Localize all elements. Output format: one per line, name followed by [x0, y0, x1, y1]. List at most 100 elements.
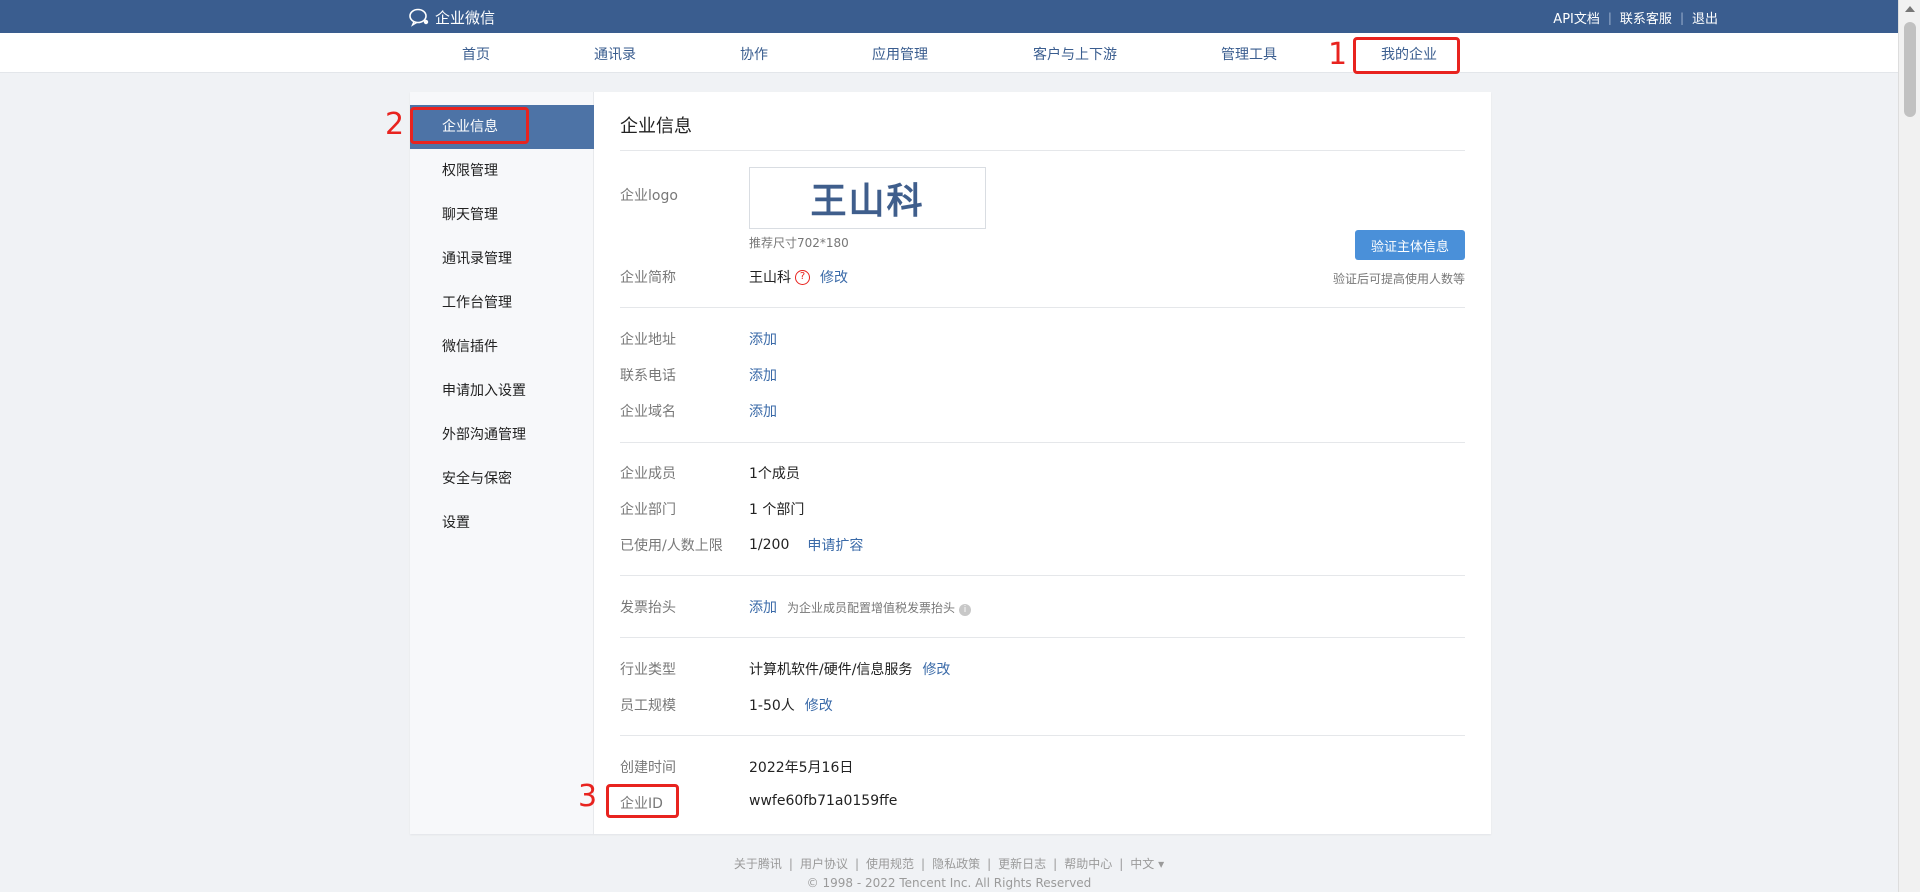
- members-value: 1个成员: [749, 466, 800, 482]
- invoice-hint: 为企业成员配置增值税发票抬头 i: [787, 599, 972, 616]
- address-row: 添加: [749, 329, 777, 349]
- wecom-logo-icon: [409, 8, 429, 27]
- brand-name: 企业微信: [435, 9, 496, 27]
- sidebar-item-workbench-management[interactable]: 工作台管理: [410, 281, 594, 325]
- divider: |: [921, 856, 926, 871]
- scrollbar-thumb[interactable]: [1904, 22, 1916, 117]
- usage-value: 1/200: [749, 537, 790, 553]
- short-name-row: 王山科 ? 修改: [749, 267, 848, 287]
- annotation-number-3: 3: [578, 779, 598, 814]
- sidebar-item-join-settings[interactable]: 申请加入设置: [410, 369, 594, 413]
- annotation-box-my-company: [1353, 37, 1460, 74]
- scroll-up-arrow-icon[interactable]: [1905, 6, 1915, 12]
- short-name-label: 企业简称: [620, 270, 676, 286]
- footer-help-center[interactable]: 帮助中心: [1064, 855, 1112, 872]
- page-scrollbar[interactable]: [1898, 0, 1920, 892]
- domain-label: 企业域名: [620, 404, 676, 420]
- usage-label: 已使用/人数上限: [620, 538, 723, 554]
- phone-row: 添加: [749, 365, 777, 385]
- verify-entity-button[interactable]: 验证主体信息: [1355, 230, 1465, 260]
- invoice-row: 添加 为企业成员配置增值税发票抬头 i: [749, 597, 972, 617]
- divider: [620, 150, 1465, 151]
- sidebar-item-contacts-management[interactable]: 通讯录管理: [410, 237, 594, 281]
- industry-label: 行业类型: [620, 662, 676, 678]
- industry-row: 计算机软件/硬件/信息服务 修改: [749, 659, 950, 679]
- corp-id-value[interactable]: wwfe60fb71a0159ffe: [749, 793, 897, 809]
- api-docs-link[interactable]: API文档: [1553, 8, 1600, 27]
- invoice-label: 发票抬头: [620, 600, 676, 616]
- nav-home[interactable]: 首页: [462, 44, 490, 64]
- invoice-hint-text: 为企业成员配置增值税发票抬头: [787, 600, 956, 615]
- edit-short-name-link[interactable]: 修改: [820, 267, 848, 287]
- divider: |: [1607, 10, 1612, 25]
- divider: [620, 575, 1465, 576]
- footer-about-tencent[interactable]: 关于腾讯: [734, 855, 782, 872]
- company-logo[interactable]: 王山科: [749, 167, 986, 229]
- brand[interactable]: 企业微信: [409, 7, 495, 28]
- nav-customers[interactable]: 客户与上下游: [1033, 44, 1117, 64]
- main-nav: 首页 通讯录 协作 应用管理 客户与上下游 管理工具 我的企业: [0, 33, 1898, 73]
- sidebar-item-settings[interactable]: 设置: [410, 501, 594, 545]
- nav-app-management[interactable]: 应用管理: [872, 44, 928, 64]
- footer-language-select[interactable]: 中文 ▾: [1130, 855, 1164, 872]
- divider: [620, 307, 1465, 308]
- company-logo-text: 王山科: [810, 181, 925, 222]
- annotation-box-company-info: [410, 107, 529, 144]
- divider: [620, 442, 1465, 443]
- contact-support-link[interactable]: 联系客服: [1620, 8, 1672, 27]
- divider: |: [1679, 10, 1684, 25]
- address-label: 企业地址: [620, 332, 676, 348]
- annotation-number-2: 2: [385, 107, 405, 142]
- sidebar-item-security[interactable]: 安全与保密: [410, 457, 594, 501]
- footer-privacy-policy[interactable]: 隐私政策: [932, 855, 980, 872]
- add-phone-link[interactable]: 添加: [749, 365, 777, 385]
- sidebar-item-chat-management[interactable]: 聊天管理: [410, 193, 594, 237]
- nav-management-tools[interactable]: 管理工具: [1221, 44, 1277, 64]
- edit-industry-link[interactable]: 修改: [922, 659, 950, 679]
- scale-label: 员工规模: [620, 698, 676, 714]
- sidebar-item-wechat-plugin[interactable]: 微信插件: [410, 325, 594, 369]
- verify-hint: 验证后可提高使用人数等: [1332, 272, 1465, 286]
- add-address-link[interactable]: 添加: [749, 329, 777, 349]
- sidebar-item-external-communication[interactable]: 外部沟通管理: [410, 413, 594, 457]
- footer-usage-rules[interactable]: 使用规范: [866, 855, 914, 872]
- scale-value: 1-50人: [749, 698, 795, 714]
- annotation-box-corp-id: [606, 784, 679, 818]
- divider: |: [1119, 856, 1124, 871]
- sidebar-item-permissions[interactable]: 权限管理: [410, 149, 594, 193]
- phone-label: 联系电话: [620, 368, 676, 384]
- divider: |: [788, 856, 793, 871]
- help-question-icon[interactable]: ?: [795, 269, 810, 285]
- created-label: 创建时间: [620, 760, 676, 776]
- footer-links: 关于腾讯 | 用户协议 | 使用规范 | 隐私政策 | 更新日志 | 帮助中心 …: [0, 855, 1898, 872]
- members-label: 企业成员: [620, 466, 676, 482]
- nav-collaboration[interactable]: 协作: [740, 44, 768, 64]
- domain-row: 添加: [749, 401, 777, 421]
- usage-row: 1/200 申请扩容: [749, 535, 863, 555]
- short-name-value: 王山科: [749, 270, 791, 286]
- edit-scale-link[interactable]: 修改: [805, 695, 833, 715]
- footer-changelog[interactable]: 更新日志: [998, 855, 1046, 872]
- annotation-number-1: 1: [1328, 37, 1348, 72]
- industry-value: 计算机软件/硬件/信息服务: [749, 662, 913, 678]
- logo-label: 企业logo: [620, 188, 678, 204]
- departments-value: 1 个部门: [749, 502, 805, 518]
- divider: |: [987, 856, 992, 871]
- divider: [620, 735, 1465, 736]
- main-panel: 企业信息 权限管理 聊天管理 通讯录管理 工作台管理 微信插件 申请加入设置 外…: [410, 92, 1491, 834]
- scale-row: 1-50人 修改: [749, 695, 833, 715]
- divider: [620, 637, 1465, 638]
- logout-link[interactable]: 退出: [1692, 8, 1718, 27]
- logo-size-hint: 推荐尺寸702*180: [749, 236, 849, 250]
- apply-expansion-link[interactable]: 申请扩容: [807, 535, 863, 555]
- add-invoice-link[interactable]: 添加: [749, 597, 777, 617]
- divider: |: [1053, 856, 1058, 871]
- footer-user-agreement[interactable]: 用户协议: [800, 855, 848, 872]
- add-domain-link[interactable]: 添加: [749, 401, 777, 421]
- info-icon[interactable]: i: [959, 603, 972, 616]
- footer-copyright: © 1998 - 2022 Tencent Inc. All Rights Re…: [806, 876, 1092, 890]
- top-bar: 企业微信 API文档 | 联系客服 | 退出: [0, 0, 1898, 33]
- company-info-content: 企业信息 企业logo 王山科 推荐尺寸702*180 验证主体信息 验证后可提…: [620, 92, 1465, 834]
- nav-contacts[interactable]: 通讯录: [594, 44, 636, 64]
- top-links: API文档 | 联系客服 | 退出: [1553, 8, 1718, 28]
